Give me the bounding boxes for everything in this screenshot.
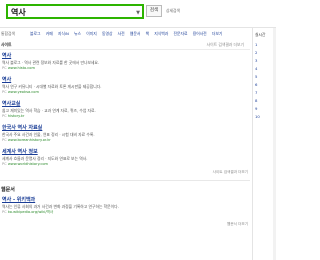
result-item: 역사 역사 블로그 · 역사 관련 정보와 자료를 한 곳에서 만나보세요. P…	[2, 52, 247, 70]
result-desc: 쉽고 재미있는 역사 학습 · 교과 연계 자료, 퀴즈, 수업 자료.	[2, 108, 96, 113]
tab-item[interactable]: 책	[146, 31, 150, 36]
result-url[interactable]: PC www.worldhistory.com	[2, 162, 247, 166]
result-title[interactable]: 역사	[2, 76, 247, 83]
trend-item[interactable]: 6	[255, 82, 257, 87]
result-title[interactable]: 세계사 역사 정보	[2, 148, 247, 155]
result-desc: 역사는 인류 사회의 과거 사건과 변화 과정을 기록하고 연구하는 학문이다.	[2, 204, 119, 209]
pc-badge: PC	[2, 114, 7, 118]
result-item: 역사 역사 연구 커뮤니티 · 시대별 자료와 토론 게시판을 제공합니다. P…	[2, 76, 247, 94]
pc-badge: PC	[2, 66, 7, 70]
result-url[interactable]: PC www.histo.com	[2, 66, 247, 70]
result-item: 역사 - 위키백과 역사는 인류 사회의 과거 사건과 변화 과정을 기록하고 …	[2, 196, 247, 215]
result-title[interactable]: 역사교실	[2, 100, 247, 107]
trend-item[interactable]: 10	[255, 114, 260, 119]
section-title-webdoc: 웹문서	[1, 187, 15, 193]
trend-item[interactable]: 1	[255, 42, 257, 47]
top-bar: 역사 ▼ 검색 상세검색	[0, 0, 276, 28]
result-url-text[interactable]: www.yeoksa.com	[8, 90, 39, 94]
divider	[0, 180, 250, 181]
result-title[interactable]: 역사	[2, 52, 247, 59]
tab-list: 블로그 카페 지식iN 뉴스 이미지 동영상 사전 웹문서 책 지식백과 전문자…	[30, 31, 226, 37]
result-item: 세계사 역사 정보 세계사 흐름과 문명사 정리 · 지도와 연표로 보는 역사…	[2, 148, 247, 166]
tab-item[interactable]: 카페	[46, 31, 53, 36]
tab-item[interactable]: 이미지	[86, 31, 96, 36]
trend-item[interactable]: 7	[255, 90, 257, 95]
tab-item[interactable]: 지식백과	[154, 31, 168, 36]
result-url-text[interactable]: www.koreanhistory.or.kr	[8, 138, 51, 142]
pc-badge: PC	[2, 162, 7, 166]
trend-item[interactable]: 3	[255, 58, 257, 63]
result-item: 역사교실 쉽고 재미있는 역사 학습 · 교과 연계 자료, 퀴즈, 수업 자료…	[2, 100, 247, 118]
result-url-text[interactable]: ko.wikipedia.org/wiki/역사	[8, 210, 53, 214]
result-url-text[interactable]: www.histo.com	[8, 66, 35, 70]
result-url-text[interactable]: history.kr	[8, 114, 25, 118]
tab-all[interactable]: 통합검색	[1, 31, 15, 37]
result-url[interactable]: PC www.yeoksa.com	[2, 90, 247, 94]
trend-item[interactable]: 2	[255, 50, 257, 55]
search-query[interactable]: 역사	[11, 7, 26, 18]
tab-item[interactable]: 용어사전	[193, 31, 207, 36]
pc-badge: PC	[2, 210, 7, 214]
result-title[interactable]: 한국사 역사 자료실	[2, 124, 247, 131]
result-url-text[interactable]: www.worldhistory.com	[8, 162, 48, 166]
result-desc: 한국사 주요 사건과 인물, 연표 정리 · 시험 대비 자료 수록.	[2, 132, 95, 137]
trend-item[interactable]: 5	[255, 74, 257, 79]
tab-item[interactable]: 지식iN	[58, 31, 69, 36]
result-desc: 세계사 흐름과 문명사 정리 · 지도와 연표로 보는 역사.	[2, 156, 88, 161]
section-title: 사이트	[1, 42, 12, 47]
tab-item[interactable]: 전문자료	[174, 31, 188, 36]
pc-badge: PC	[2, 138, 7, 142]
search-button[interactable]: 검색	[146, 5, 162, 17]
tab-item[interactable]: 웹문서	[130, 31, 140, 36]
dropdown-icon[interactable]: ▼	[136, 10, 140, 16]
tab-bar: 통합검색 블로그 카페 지식iN 뉴스 이미지 동영상 사전 웹문서 책 지식백…	[0, 28, 276, 40]
more-link[interactable]: 웹문서 더보기	[227, 222, 248, 227]
trend-item[interactable]: 8	[255, 98, 257, 103]
result-url[interactable]: PC www.koreanhistory.or.kr	[2, 138, 247, 142]
more-link[interactable]: 사이트 검색결과 더보기	[213, 170, 248, 175]
trend-item[interactable]: 4	[255, 66, 257, 71]
result-desc: 역사 연구 커뮤니티 · 시대별 자료와 토론 게시판을 제공합니다.	[2, 84, 102, 89]
more-link[interactable]: 사이트 검색결과 더보기	[207, 42, 244, 48]
result-url[interactable]: PC ko.wikipedia.org/wiki/역사	[2, 210, 247, 215]
section-header-site: 사이트 사이트 검색결과 더보기	[0, 40, 250, 50]
search-input[interactable]: 역사 ▼	[6, 4, 144, 19]
tab-item[interactable]: 더보기	[212, 31, 222, 36]
result-url[interactable]: PC history.kr	[2, 114, 247, 118]
tab-item[interactable]: 동영상	[102, 31, 112, 36]
tab-item[interactable]: 뉴스	[74, 31, 81, 36]
result-item: 한국사 역사 자료실 한국사 주요 사건과 인물, 연표 정리 · 시험 대비 …	[2, 124, 247, 142]
trend-title: 실시간	[255, 32, 266, 37]
trend-item[interactable]: 9	[255, 106, 257, 111]
result-title[interactable]: 역사 - 위키백과	[2, 196, 247, 203]
tab-item[interactable]: 블로그	[30, 31, 40, 36]
result-desc: 역사 블로그 · 역사 관련 정보와 자료를 한 곳에서 만나보세요.	[2, 60, 100, 65]
scrollbar[interactable]	[273, 28, 276, 260]
detail-search-link[interactable]: 상세검색	[166, 8, 180, 14]
tab-item[interactable]: 사전	[118, 31, 125, 36]
pc-badge: PC	[2, 90, 7, 94]
